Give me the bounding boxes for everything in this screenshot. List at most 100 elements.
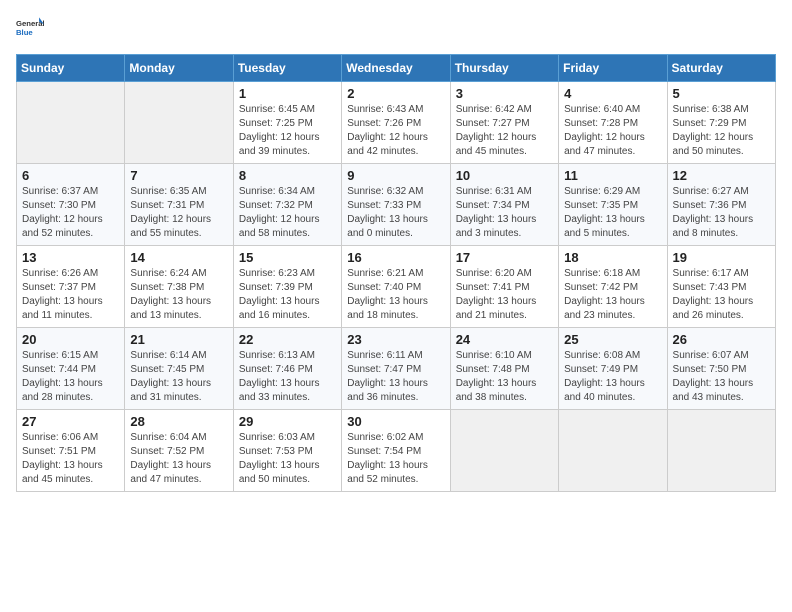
calendar-cell: 10Sunrise: 6:31 AM Sunset: 7:34 PM Dayli… [450,164,558,246]
calendar-day-header: Wednesday [342,55,450,82]
day-info: Sunrise: 6:24 AM Sunset: 7:38 PM Dayligh… [130,267,227,323]
calendar-day-header: Sunday [17,55,125,82]
day-number: 28 [130,414,227,429]
day-number: 6 [22,168,119,183]
day-info: Sunrise: 6:20 AM Sunset: 7:41 PM Dayligh… [456,267,553,323]
day-number: 18 [564,250,661,265]
calendar-cell: 30 Sunrise: 6:02 AM Sunset: 7:54 PM Dayli… [342,410,450,492]
calendar-cell: 7 Sunrise: 6:35 AM Sunset: 7:31 PM Daylig… [125,164,233,246]
day-number: 20 [22,332,119,347]
calendar-cell: 29 Sunrise: 6:03 AM Sunset: 7:53 PM Dayli… [233,410,341,492]
day-number: 14 [130,250,227,265]
calendar-cell [559,410,667,492]
day-number: 7 [130,168,227,183]
calendar-week-row: 20 Sunrise: 6:15 AM Sunset: 7:44 PM Dayli… [17,328,776,410]
day-info: Sunrise: 6:32 AM Sunset: 7:33 PM Dayligh… [347,185,444,241]
day-info: Sunrise: 6:26 AM Sunset: 7:37 PM Dayligh… [22,267,119,323]
day-info: Sunrise: 6:18 AM Sunset: 7:42 PM Dayligh… [564,267,661,323]
day-info: Sunrise: 6:42 AM Sunset: 7:27 PM Dayligh… [456,103,553,159]
calendar-cell [450,410,558,492]
day-info: Sunrise: 6:13 AM Sunset: 7:46 PM Dayligh… [239,349,336,405]
day-info: Sunrise: 6:29 AM Sunset: 7:35 PM Dayligh… [564,185,661,241]
day-number: 15 [239,250,336,265]
calendar-week-row: 27Sunrise: 6:06 AM Sunset: 7:51 PM Dayli… [17,410,776,492]
day-number: 12 [673,168,770,183]
calendar-day-header: Tuesday [233,55,341,82]
calendar-cell: 23Sunrise: 6:11 AM Sunset: 7:47 PM Dayli… [342,328,450,410]
day-info: Sunrise: 6:21 AM Sunset: 7:40 PM Dayligh… [347,267,444,323]
day-info: Sunrise: 6:27 AM Sunset: 7:36 PM Dayligh… [673,185,770,241]
day-number: 13 [22,250,119,265]
calendar-cell: 28Sunrise: 6:04 AM Sunset: 7:52 PM Dayli… [125,410,233,492]
logo: General Blue [16,16,44,44]
page-header: General Blue [16,16,776,44]
day-info: Sunrise: 6:38 AM Sunset: 7:29 PM Dayligh… [673,103,770,159]
calendar-cell: 8 Sunrise: 6:34 AM Sunset: 7:32 PM Daylig… [233,164,341,246]
day-number: 22 [239,332,336,347]
day-info: Sunrise: 6:35 AM Sunset: 7:31 PM Dayligh… [130,185,227,241]
day-info: Sunrise: 6:14 AM Sunset: 7:45 PM Dayligh… [130,349,227,405]
day-number: 2 [347,86,444,101]
day-number: 24 [456,332,553,347]
calendar-cell: 18 Sunrise: 6:18 AM Sunset: 7:42 PM Dayli… [559,246,667,328]
calendar-day-header: Thursday [450,55,558,82]
day-number: 5 [673,86,770,101]
day-number: 21 [130,332,227,347]
day-info: Sunrise: 6:17 AM Sunset: 7:43 PM Dayligh… [673,267,770,323]
calendar-day-header: Friday [559,55,667,82]
day-info: Sunrise: 6:37 AM Sunset: 7:30 PM Dayligh… [22,185,119,241]
day-info: Sunrise: 6:43 AM Sunset: 7:26 PM Dayligh… [347,103,444,159]
day-number: 25 [564,332,661,347]
day-number: 3 [456,86,553,101]
calendar-cell: 1 Sunrise: 6:45 AM Sunset: 7:25 PM Daylig… [233,82,341,164]
logo-icon: General Blue [16,16,44,44]
calendar-cell: 20 Sunrise: 6:15 AM Sunset: 7:44 PM Dayli… [17,328,125,410]
calendar-day-header: Monday [125,55,233,82]
calendar-cell: 15Sunrise: 6:23 AM Sunset: 7:39 PM Dayli… [233,246,341,328]
day-info: Sunrise: 6:34 AM Sunset: 7:32 PM Dayligh… [239,185,336,241]
day-number: 29 [239,414,336,429]
day-number: 26 [673,332,770,347]
calendar-week-row: 1 Sunrise: 6:45 AM Sunset: 7:25 PM Daylig… [17,82,776,164]
calendar-cell: 19 Sunrise: 6:17 AM Sunset: 7:43 PM Dayli… [667,246,775,328]
day-info: Sunrise: 6:07 AM Sunset: 7:50 PM Dayligh… [673,349,770,405]
calendar-header-row: SundayMondayTuesdayWednesdayThursdayFrid… [17,55,776,82]
calendar-cell: 14 Sunrise: 6:24 AM Sunset: 7:38 PM Dayli… [125,246,233,328]
calendar-cell [17,82,125,164]
calendar-cell: 2 Sunrise: 6:43 AM Sunset: 7:26 PM Daylig… [342,82,450,164]
calendar-cell [667,410,775,492]
day-number: 30 [347,414,444,429]
day-number: 8 [239,168,336,183]
day-info: Sunrise: 6:31 AM Sunset: 7:34 PM Dayligh… [456,185,553,241]
calendar-cell [125,82,233,164]
day-info: Sunrise: 6:02 AM Sunset: 7:54 PM Dayligh… [347,431,444,487]
day-info: Sunrise: 6:08 AM Sunset: 7:49 PM Dayligh… [564,349,661,405]
day-info: Sunrise: 6:15 AM Sunset: 7:44 PM Dayligh… [22,349,119,405]
day-number: 16 [347,250,444,265]
calendar-cell: 27Sunrise: 6:06 AM Sunset: 7:51 PM Dayli… [17,410,125,492]
calendar-cell: 12 Sunrise: 6:27 AM Sunset: 7:36 PM Dayli… [667,164,775,246]
calendar-cell: 4Sunrise: 6:40 AM Sunset: 7:28 PM Daylig… [559,82,667,164]
calendar-cell: 11Sunrise: 6:29 AM Sunset: 7:35 PM Dayli… [559,164,667,246]
calendar-cell: 26 Sunrise: 6:07 AM Sunset: 7:50 PM Dayli… [667,328,775,410]
day-info: Sunrise: 6:40 AM Sunset: 7:28 PM Dayligh… [564,103,661,159]
day-number: 9 [347,168,444,183]
day-number: 1 [239,86,336,101]
day-info: Sunrise: 6:06 AM Sunset: 7:51 PM Dayligh… [22,431,119,487]
calendar-cell: 21 Sunrise: 6:14 AM Sunset: 7:45 PM Dayli… [125,328,233,410]
calendar-week-row: 6 Sunrise: 6:37 AM Sunset: 7:30 PM Daylig… [17,164,776,246]
calendar-cell: 3 Sunrise: 6:42 AM Sunset: 7:27 PM Daylig… [450,82,558,164]
day-info: Sunrise: 6:45 AM Sunset: 7:25 PM Dayligh… [239,103,336,159]
day-number: 17 [456,250,553,265]
calendar-table: SundayMondayTuesdayWednesdayThursdayFrid… [16,54,776,492]
calendar-cell: 24 Sunrise: 6:10 AM Sunset: 7:48 PM Dayli… [450,328,558,410]
calendar-cell: 6 Sunrise: 6:37 AM Sunset: 7:30 PM Daylig… [17,164,125,246]
day-info: Sunrise: 6:10 AM Sunset: 7:48 PM Dayligh… [456,349,553,405]
calendar-day-header: Saturday [667,55,775,82]
day-number: 23 [347,332,444,347]
calendar-cell: 17 Sunrise: 6:20 AM Sunset: 7:41 PM Dayli… [450,246,558,328]
calendar-cell: 25 Sunrise: 6:08 AM Sunset: 7:49 PM Dayli… [559,328,667,410]
day-info: Sunrise: 6:03 AM Sunset: 7:53 PM Dayligh… [239,431,336,487]
day-number: 19 [673,250,770,265]
calendar-cell: 22 Sunrise: 6:13 AM Sunset: 7:46 PM Dayli… [233,328,341,410]
